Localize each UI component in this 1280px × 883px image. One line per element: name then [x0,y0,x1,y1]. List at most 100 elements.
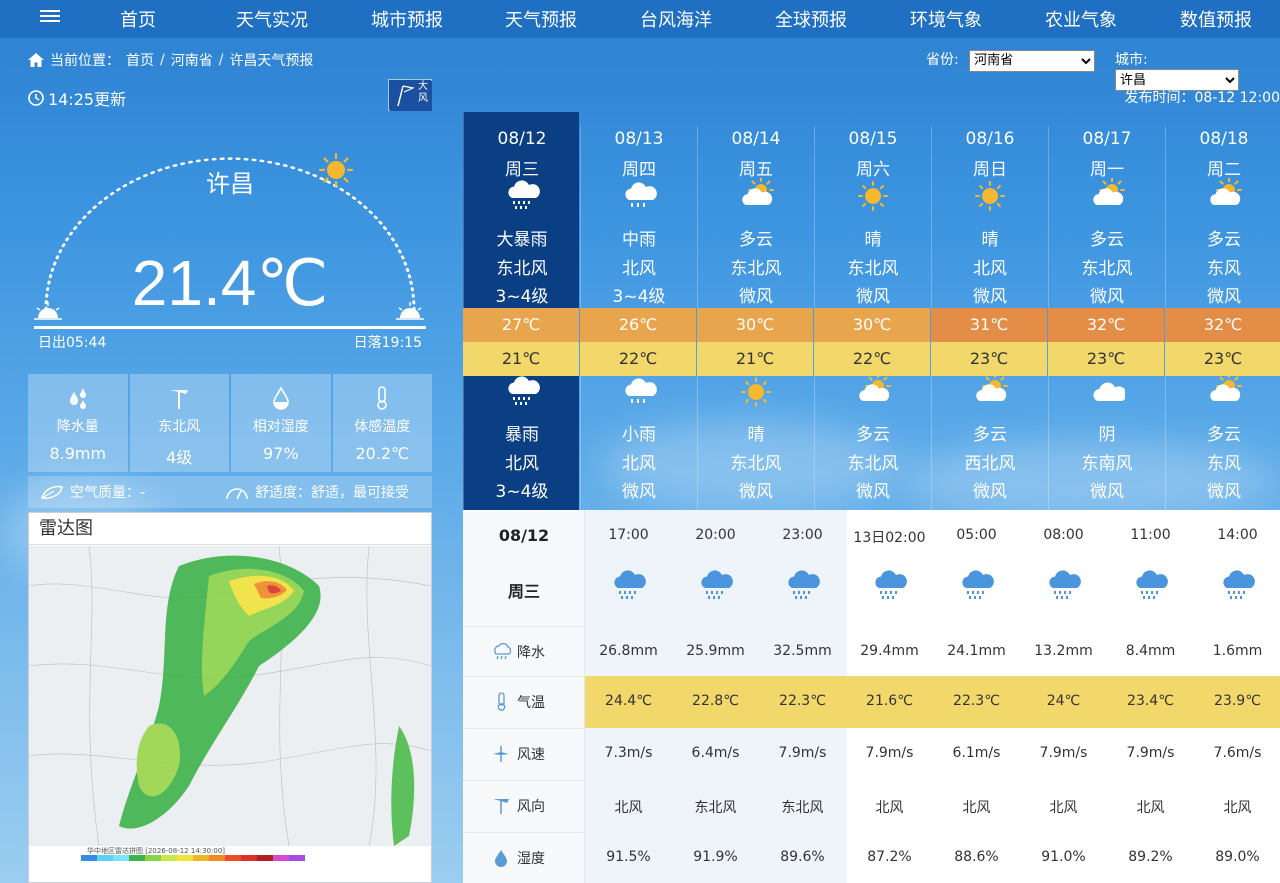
high-temperature: 26℃ [580,308,696,342]
heavy-rain-icon [875,570,907,599]
radar-title: 雷达图 [29,513,431,545]
night-wind-direction: 西北风 [964,454,1016,474]
wind-speed-cell: 6.1m/s [952,745,1001,761]
breadcrumb-current: 许昌天气预报 [229,53,314,69]
temperature-cell: 23.4℃ [1127,693,1174,709]
nav-city-forecast[interactable]: 城市预报 [371,6,443,32]
wind-warning-badge[interactable]: 大风 [388,79,432,111]
temperature-cell: 24.4℃ [605,693,652,709]
night-weather-text: 多云 [856,425,890,445]
night-weather-text: 晴 [747,425,765,445]
temperature-cell: 24℃ [1046,693,1081,709]
hourly-weather-icon-wrap [784,568,820,608]
night-wind-direction: 东北风 [847,454,899,474]
night-wind-level: 微风 [622,482,656,502]
nav-environment[interactable]: 环境气象 [910,6,982,32]
day-weather-text: 中雨 [622,230,656,250]
radar-legend [81,855,305,861]
day-weather-icon [972,178,1008,218]
day-wind-level: 3~4级 [612,287,666,307]
day-wind-level: 微风 [1207,287,1241,307]
breadcrumb-province[interactable]: 河南省 [171,50,213,70]
forecast-weekday: 周二 [1207,160,1241,180]
wind-direction-cell: 东北风 [694,800,737,816]
breadcrumb-home[interactable]: 首页 [126,50,154,70]
radar-map[interactable] [29,546,431,846]
temperature-cell: 22.8℃ [692,693,739,709]
sun-path-arc [44,157,416,311]
wind-direction-cell: 北风 [614,800,643,816]
low-temperature: 23℃ [1165,342,1280,376]
day-wind-direction: 东北风 [847,259,899,279]
humidity-row-icon [495,850,507,867]
nav-numerical[interactable]: 数值预报 [1180,6,1252,32]
province-select[interactable]: 河南省 [969,49,1096,72]
night-weather-icon [738,374,774,414]
hourly-time: 23:00 [782,527,823,543]
horizon-line [34,326,426,329]
forecast-weekday: 周五 [739,160,773,180]
heavy-rain-icon [614,570,646,599]
wind-speed-row-icon [493,746,509,762]
city-selector: 城市: 许昌 [1115,49,1280,91]
night-wind-direction: 东北风 [730,454,782,474]
row-label-text: 风向 [517,799,545,815]
partly-cloudy-icon [1210,177,1242,205]
breadcrumb: 当前位置： 首页 / 河南省 / 许昌天气预报 [28,50,313,70]
row-label-text: 气温 [517,695,545,711]
update-time-text: 14:25更新 [48,90,127,109]
high-temperature: 27℃ [463,308,579,342]
high-temperature: 30℃ [697,308,813,342]
current-weather-panel: 许昌 21.4℃ 日出05:44 日落19:15 [28,120,432,360]
hourly-weather-icon-wrap [697,568,733,608]
update-time: 14:25更新 [28,86,126,110]
hourly-time: 08:00 [1043,527,1084,543]
nav-agriculture[interactable]: 农业气象 [1045,6,1117,32]
stat-precipitation: 降水量 8.9mm [28,374,128,472]
night-weather-text: 多云 [1207,425,1241,445]
menu-icon[interactable] [40,7,60,27]
night-weather-icon [855,373,891,414]
sunrise-icon [34,302,62,320]
radar-panel: 雷达图 华中地区雷达拼图 [2026-08-12 14:30:00] [28,512,432,883]
nav-typhoon-ocean[interactable]: 台风海洋 [640,6,712,32]
sun-icon [975,181,1005,211]
night-wind-level: 微风 [973,482,1007,502]
hourly-weather-icon-wrap [1045,568,1081,608]
hourly-weather-icon-wrap [1132,568,1168,608]
hourly-row-label: 气温 [463,676,585,728]
day-weather-icon [855,178,891,218]
heavy-rain-icon [508,376,540,405]
temperature-cell: 22.3℃ [953,693,1000,709]
night-weather-icon [1089,374,1127,414]
partly-cloudy-icon [859,373,891,401]
stat-value: 4级 [166,448,193,467]
forecast-weekday: 周一 [1090,160,1124,180]
humidity-cell: 89.6% [780,849,825,865]
precip-row-icon [494,642,511,660]
hourly-weekday: 周三 [507,582,540,601]
city-name: 许昌 [206,170,254,198]
nav-weather-forecast[interactable]: 天气预报 [505,6,577,32]
hourly-time: 05:00 [956,527,997,543]
stat-humidity: 相对湿度 97% [231,374,331,472]
partly-cloudy-icon [1093,177,1125,205]
night-weather-icon [621,374,657,414]
stat-wind: 东北风 4级 [129,374,229,472]
temperature-cell: 23.9℃ [1214,693,1261,709]
low-temperature: 23℃ [931,342,1047,376]
wind-direction-cell: 北风 [875,800,904,816]
night-wind-direction: 北风 [622,454,656,474]
row-divider [463,780,585,781]
day-weather-icon [504,178,540,218]
hourly-time: 11:00 [1130,527,1171,543]
night-wind-direction: 东南风 [1081,454,1133,474]
nav-global-forecast[interactable]: 全球预报 [775,6,847,32]
thermometer-icon [377,386,388,410]
clock-icon [28,90,44,106]
high-temperature: 30℃ [814,308,930,342]
nav-weather-live[interactable]: 天气实况 [236,6,308,32]
nav-home[interactable]: 首页 [120,6,156,32]
partly-cloudy-icon [1210,373,1242,401]
heavy-rain-icon [788,570,820,599]
